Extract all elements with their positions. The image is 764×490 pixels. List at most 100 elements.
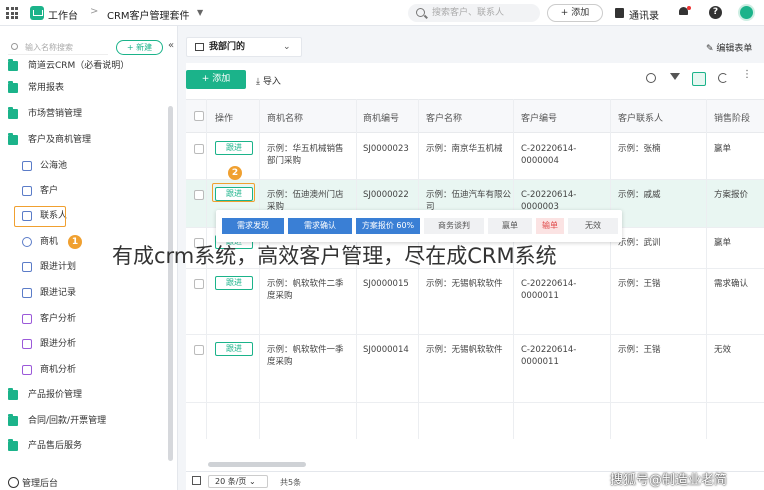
follow-up-button[interactable]: 跟进 xyxy=(215,141,253,155)
view-toggle-icon[interactable] xyxy=(692,72,706,86)
cell-stage: 赢单 xyxy=(714,238,732,248)
cell-contact: 示例：武训 xyxy=(618,238,661,248)
column-header[interactable]: 商机名称 xyxy=(267,111,303,124)
collapse-sidebar-icon[interactable]: « xyxy=(168,40,174,51)
column-header[interactable]: 客户名称 xyxy=(426,111,462,124)
sidebar-item-label: 市场营销管理 xyxy=(28,109,83,119)
sidebar-scrollbar[interactable] xyxy=(168,106,173,461)
sidebar-search-input[interactable]: 输入名称搜索 xyxy=(8,41,108,55)
add-record-button[interactable]: + 添加 xyxy=(186,70,246,89)
step-badge-2: 2 xyxy=(228,166,242,180)
more-icon[interactable]: ⋮ xyxy=(742,69,754,81)
sidebar-active-highlight xyxy=(14,206,66,227)
horizontal-scrollbar[interactable] xyxy=(208,462,306,467)
select-all-checkbox[interactable] xyxy=(194,111,204,121)
page-icon xyxy=(22,161,32,171)
stage-6[interactable]: 无效 xyxy=(568,218,618,234)
folder-icon xyxy=(8,107,18,119)
sidebar-item-label: 跟进计划 xyxy=(40,262,77,272)
column-header[interactable]: 商机编号 xyxy=(363,111,399,124)
page-size-select[interactable]: 20 条/页 ⌄ xyxy=(208,475,268,488)
sidebar-item-label: 客户 xyxy=(40,186,59,196)
sidebar-item[interactable]: 客户分析 xyxy=(0,309,172,329)
stage-1[interactable]: 需求确认 xyxy=(288,218,352,234)
chevron-down-icon[interactable]: ▼ xyxy=(197,8,203,17)
workspace-link[interactable]: 工作台 xyxy=(48,7,78,22)
sidebar-item-label: 常用报表 xyxy=(28,83,65,93)
sidebar-item[interactable]: 客户 xyxy=(0,181,172,201)
sidebar-item[interactable]: 跟进分析 xyxy=(0,334,172,354)
page-icon xyxy=(22,237,32,247)
filter-icon[interactable] xyxy=(670,73,682,85)
stage-4[interactable]: 赢单 xyxy=(488,218,532,234)
sidebar-item-label: 商机分析 xyxy=(40,365,77,375)
page-icon xyxy=(22,288,32,298)
refresh-icon[interactable] xyxy=(718,73,728,83)
avatar[interactable] xyxy=(738,4,755,21)
folder-icon xyxy=(8,439,18,451)
page-icon xyxy=(22,339,32,349)
notification-bell-icon[interactable] xyxy=(678,6,691,18)
global-search-input[interactable]: 搜索客户、联系人 xyxy=(408,4,540,22)
cell-cust_code: C-20220614-0000004 xyxy=(521,144,577,166)
new-button[interactable]: + 新建 xyxy=(116,40,163,55)
sidebar-item[interactable]: 客户及商机管理 xyxy=(0,130,172,150)
apps-grid-icon[interactable] xyxy=(6,7,18,19)
cell-contact: 示例：戚威 xyxy=(618,190,661,200)
sidebar-item[interactable]: 产品报价管理 xyxy=(0,385,172,405)
app-name[interactable]: CRM客户管理套件 xyxy=(107,7,190,22)
column-header[interactable]: 销售阶段 xyxy=(714,111,750,124)
sidebar-item[interactable]: 简道云CRM（必看说明） xyxy=(0,56,172,76)
sidebar-item-label: 产品售后服务 xyxy=(28,441,83,451)
help-icon[interactable]: ? xyxy=(709,6,722,19)
column-header[interactable]: 客户编号 xyxy=(521,111,557,124)
cell-cust_code: C-20220614-0000011 xyxy=(521,279,577,301)
data-panel: + 添加 ⤓ 导入 ⋮ 操作 商机名称 商机编号 客户名称 客户编号 客户联系人 销售阶段 … xyxy=(186,63,764,490)
sidebar-item-label: 合同/回款/开票管理 xyxy=(28,416,107,426)
folder-icon xyxy=(8,133,18,145)
contacts-link[interactable]: 通讯录 xyxy=(615,7,659,22)
row-checkbox[interactable] xyxy=(194,279,204,289)
stage-0[interactable]: 需求发现 xyxy=(222,218,284,234)
sidebar-item[interactable]: 常用报表 xyxy=(0,78,172,98)
cell-name: 示例：帆软软件二季度采购 xyxy=(267,279,344,301)
top-bar: 工作台 > CRM客户管理套件 ▼ 搜索客户、联系人 + 添加 通讯录 ? xyxy=(0,0,764,26)
sidebar-item[interactable]: 公海池 xyxy=(0,156,172,176)
sidebar-item[interactable]: 商机分析 xyxy=(0,360,172,380)
sidebar-item-label: 客户及商机管理 xyxy=(28,135,92,145)
watermark: 搜狐号@制造业老简 xyxy=(610,473,728,488)
search-icon xyxy=(416,8,425,17)
admin-console-link[interactable]: 管理后台 xyxy=(8,476,58,489)
row-checkbox[interactable] xyxy=(194,144,204,154)
view-selector[interactable]: 我部门的 ⌄ xyxy=(186,37,302,57)
follow-up-button[interactable]: 跟进 xyxy=(215,342,253,356)
row-checkbox[interactable] xyxy=(194,345,204,355)
edit-form-button[interactable]: ✎ 编辑表单 xyxy=(706,41,752,54)
stage-5[interactable]: 输单 xyxy=(536,218,564,234)
table-row: 跟进 示例：帆软软件一季度采购 SJ0000014 示例：无锡帆软软件 C-202206… xyxy=(186,335,764,403)
cell-stage: 赢单 xyxy=(714,144,732,154)
page-icon xyxy=(22,262,32,272)
folder-icon xyxy=(8,81,18,93)
import-button[interactable]: ⤓ 导入 xyxy=(256,74,281,87)
column-header[interactable]: 操作 xyxy=(215,111,233,124)
chevron-down-icon: ⌄ xyxy=(283,42,291,52)
sidebar-item[interactable]: 跟进记录 xyxy=(0,283,172,303)
search-icon xyxy=(11,43,18,50)
sidebar-item[interactable]: 市场营销管理 xyxy=(0,104,172,124)
sidebar-item-label: 跟进记录 xyxy=(40,288,77,298)
row-checkbox[interactable] xyxy=(194,190,204,200)
sidebar-item[interactable]: 合同/回款/开票管理 xyxy=(0,411,172,431)
search-icon[interactable] xyxy=(646,73,656,83)
stage-3[interactable]: 商务谈判 xyxy=(424,218,484,234)
stage-2[interactable]: 方案报价 60% xyxy=(356,218,420,234)
global-add-button[interactable]: + 添加 xyxy=(547,4,603,22)
table-row: 跟进 示例：华五机械销售部门采购 SJ0000023 示例：南京华五机械 C-20220… xyxy=(186,134,764,180)
cell-customer: 示例：无锡帆软软件 xyxy=(426,279,503,289)
sidebar-item[interactable]: 产品售后服务 xyxy=(0,436,172,456)
follow-up-button[interactable]: 跟进 xyxy=(215,276,253,290)
pagination-icon[interactable] xyxy=(192,476,201,485)
sales-stage-bar: 需求发现 需求确认 方案报价 60% 商务谈判 赢单 输单 无效 xyxy=(216,210,622,242)
column-header[interactable]: 客户联系人 xyxy=(618,111,663,124)
breadcrumb-separator: > xyxy=(90,6,99,17)
